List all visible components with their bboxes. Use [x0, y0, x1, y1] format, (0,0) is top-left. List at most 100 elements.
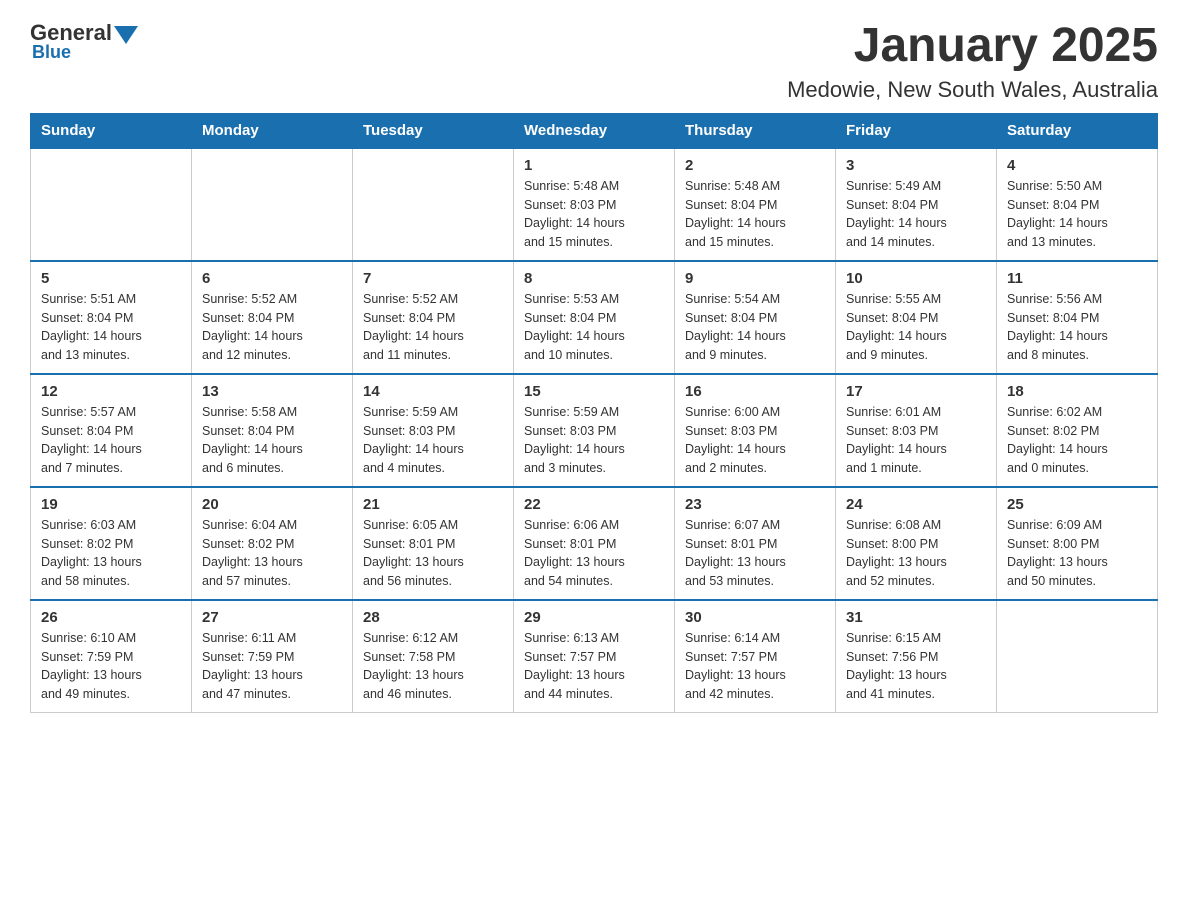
calendar-cell: 12 Sunrise: 5:57 AM Sunset: 8:04 PM Dayli… — [31, 374, 192, 487]
calendar-cell: 14 Sunrise: 5:59 AM Sunset: 8:03 PM Dayli… — [353, 374, 514, 487]
calendar-cell: 19Sunrise: 6:03 AM Sunset: 8:02 PM Dayli… — [31, 487, 192, 600]
calendar-cell: 1 Sunrise: 5:48 AM Sunset: 8:03 PM Daylig… — [514, 148, 675, 261]
calendar-cell: 6 Sunrise: 5:52 AM Sunset: 8:04 PM Daylig… — [192, 261, 353, 374]
day-info: Sunrise: 6:11 AM Sunset: 7:59 PM Dayligh… — [202, 629, 342, 704]
day-info: Sunrise: 5:58 AM Sunset: 8:04 PM Dayligh… — [202, 403, 342, 478]
calendar-row: 19Sunrise: 6:03 AM Sunset: 8:02 PM Dayli… — [31, 487, 1158, 600]
calendar-cell: 16 Sunrise: 6:00 AM Sunset: 8:03 PM Dayli… — [675, 374, 836, 487]
day-number: 27 — [202, 609, 342, 626]
day-number: 2 — [685, 157, 825, 174]
logo: General Blue — [30, 20, 142, 63]
calendar-cell: 4 Sunrise: 5:50 AM Sunset: 8:04 PM Daylig… — [997, 148, 1158, 261]
day-info: Sunrise: 6:10 AM Sunset: 7:59 PM Dayligh… — [41, 629, 181, 704]
day-info: Sunrise: 5:50 AM Sunset: 8:04 PM Dayligh… — [1007, 177, 1147, 252]
day-info: Sunrise: 5:52 AM Sunset: 8:04 PM Dayligh… — [202, 290, 342, 365]
day-number: 26 — [41, 609, 181, 626]
calendar-row: 12 Sunrise: 5:57 AM Sunset: 8:04 PM Dayli… — [31, 374, 1158, 487]
day-info: Sunrise: 6:00 AM Sunset: 8:03 PM Dayligh… — [685, 403, 825, 478]
day-number: 4 — [1007, 157, 1147, 174]
day-number: 20 — [202, 496, 342, 513]
calendar-cell: 5 Sunrise: 5:51 AM Sunset: 8:04 PM Daylig… — [31, 261, 192, 374]
day-number: 8 — [524, 270, 664, 287]
day-info: Sunrise: 6:05 AM Sunset: 8:01 PM Dayligh… — [363, 516, 503, 591]
day-number: 16 — [685, 383, 825, 400]
calendar-cell: 28 Sunrise: 6:12 AM Sunset: 7:58 PM Dayli… — [353, 600, 514, 713]
day-info: Sunrise: 5:56 AM Sunset: 8:04 PM Dayligh… — [1007, 290, 1147, 365]
calendar-cell: 8Sunrise: 5:53 AM Sunset: 8:04 PM Daylig… — [514, 261, 675, 374]
page-header: General Blue January 2025 Medowie, New S… — [30, 20, 1158, 103]
day-info: Sunrise: 5:51 AM Sunset: 8:04 PM Dayligh… — [41, 290, 181, 365]
day-number: 10 — [846, 270, 986, 287]
calendar-cell: 29Sunrise: 6:13 AM Sunset: 7:57 PM Dayli… — [514, 600, 675, 713]
day-number: 25 — [1007, 496, 1147, 513]
day-number: 31 — [846, 609, 986, 626]
day-number: 29 — [524, 609, 664, 626]
calendar-cell: 22 Sunrise: 6:06 AM Sunset: 8:01 PM Dayli… — [514, 487, 675, 600]
calendar-cell — [31, 148, 192, 261]
day-info: Sunrise: 6:04 AM Sunset: 8:02 PM Dayligh… — [202, 516, 342, 591]
day-number: 1 — [524, 157, 664, 174]
day-info: Sunrise: 5:52 AM Sunset: 8:04 PM Dayligh… — [363, 290, 503, 365]
day-info: Sunrise: 5:49 AM Sunset: 8:04 PM Dayligh… — [846, 177, 986, 252]
day-number: 22 — [524, 496, 664, 513]
calendar-cell — [997, 600, 1158, 713]
calendar-cell: 7Sunrise: 5:52 AM Sunset: 8:04 PM Daylig… — [353, 261, 514, 374]
day-info: Sunrise: 6:03 AM Sunset: 8:02 PM Dayligh… — [41, 516, 181, 591]
day-info: Sunrise: 5:59 AM Sunset: 8:03 PM Dayligh… — [524, 403, 664, 478]
day-number: 13 — [202, 383, 342, 400]
header-monday: Monday — [192, 113, 353, 148]
calendar-cell: 18 Sunrise: 6:02 AM Sunset: 8:02 PM Dayli… — [997, 374, 1158, 487]
day-number: 21 — [363, 496, 503, 513]
calendar-cell: 10 Sunrise: 5:55 AM Sunset: 8:04 PM Dayli… — [836, 261, 997, 374]
day-number: 6 — [202, 270, 342, 287]
calendar-cell: 27 Sunrise: 6:11 AM Sunset: 7:59 PM Dayli… — [192, 600, 353, 713]
calendar-cell: 2Sunrise: 5:48 AM Sunset: 8:04 PM Daylig… — [675, 148, 836, 261]
day-info: Sunrise: 5:48 AM Sunset: 8:03 PM Dayligh… — [524, 177, 664, 252]
day-info: Sunrise: 6:06 AM Sunset: 8:01 PM Dayligh… — [524, 516, 664, 591]
day-info: Sunrise: 5:57 AM Sunset: 8:04 PM Dayligh… — [41, 403, 181, 478]
calendar-cell: 3 Sunrise: 5:49 AM Sunset: 8:04 PM Daylig… — [836, 148, 997, 261]
day-info: Sunrise: 5:54 AM Sunset: 8:04 PM Dayligh… — [685, 290, 825, 365]
day-number: 30 — [685, 609, 825, 626]
calendar-subtitle: Medowie, New South Wales, Australia — [787, 77, 1158, 103]
calendar-cell: 30Sunrise: 6:14 AM Sunset: 7:57 PM Dayli… — [675, 600, 836, 713]
calendar-cell: 26 Sunrise: 6:10 AM Sunset: 7:59 PM Dayli… — [31, 600, 192, 713]
day-info: Sunrise: 6:07 AM Sunset: 8:01 PM Dayligh… — [685, 516, 825, 591]
day-info: Sunrise: 6:09 AM Sunset: 8:00 PM Dayligh… — [1007, 516, 1147, 591]
calendar-cell: 21 Sunrise: 6:05 AM Sunset: 8:01 PM Dayli… — [353, 487, 514, 600]
day-info: Sunrise: 5:55 AM Sunset: 8:04 PM Dayligh… — [846, 290, 986, 365]
day-number: 28 — [363, 609, 503, 626]
day-number: 9 — [685, 270, 825, 287]
logo-triangle-icon — [114, 26, 138, 44]
day-number: 18 — [1007, 383, 1147, 400]
calendar-cell: 13 Sunrise: 5:58 AM Sunset: 8:04 PM Dayli… — [192, 374, 353, 487]
header-sunday: Sunday — [31, 113, 192, 148]
calendar-table: Sunday Monday Tuesday Wednesday Thursday… — [30, 113, 1158, 713]
header-thursday: Thursday — [675, 113, 836, 148]
day-info: Sunrise: 6:15 AM Sunset: 7:56 PM Dayligh… — [846, 629, 986, 704]
calendar-cell: 20 Sunrise: 6:04 AM Sunset: 8:02 PM Dayli… — [192, 487, 353, 600]
day-number: 14 — [363, 383, 503, 400]
calendar-row: 1 Sunrise: 5:48 AM Sunset: 8:03 PM Daylig… — [31, 148, 1158, 261]
day-number: 3 — [846, 157, 986, 174]
day-info: Sunrise: 6:02 AM Sunset: 8:02 PM Dayligh… — [1007, 403, 1147, 478]
day-number: 23 — [685, 496, 825, 513]
day-info: Sunrise: 6:01 AM Sunset: 8:03 PM Dayligh… — [846, 403, 986, 478]
day-number: 12 — [41, 383, 181, 400]
day-number: 17 — [846, 383, 986, 400]
logo-blue: Blue — [32, 42, 71, 63]
calendar-cell: 11 Sunrise: 5:56 AM Sunset: 8:04 PM Dayli… — [997, 261, 1158, 374]
day-info: Sunrise: 6:12 AM Sunset: 7:58 PM Dayligh… — [363, 629, 503, 704]
calendar-cell — [192, 148, 353, 261]
day-number: 5 — [41, 270, 181, 287]
calendar-cell: 31 Sunrise: 6:15 AM Sunset: 7:56 PM Dayli… — [836, 600, 997, 713]
header-tuesday: Tuesday — [353, 113, 514, 148]
calendar-cell: 23 Sunrise: 6:07 AM Sunset: 8:01 PM Dayli… — [675, 487, 836, 600]
calendar-cell: 9 Sunrise: 5:54 AM Sunset: 8:04 PM Daylig… — [675, 261, 836, 374]
calendar-cell — [353, 148, 514, 261]
day-number: 15 — [524, 383, 664, 400]
day-number: 11 — [1007, 270, 1147, 287]
day-info: Sunrise: 5:59 AM Sunset: 8:03 PM Dayligh… — [363, 403, 503, 478]
day-number: 24 — [846, 496, 986, 513]
calendar-cell: 17 Sunrise: 6:01 AM Sunset: 8:03 PM Dayli… — [836, 374, 997, 487]
